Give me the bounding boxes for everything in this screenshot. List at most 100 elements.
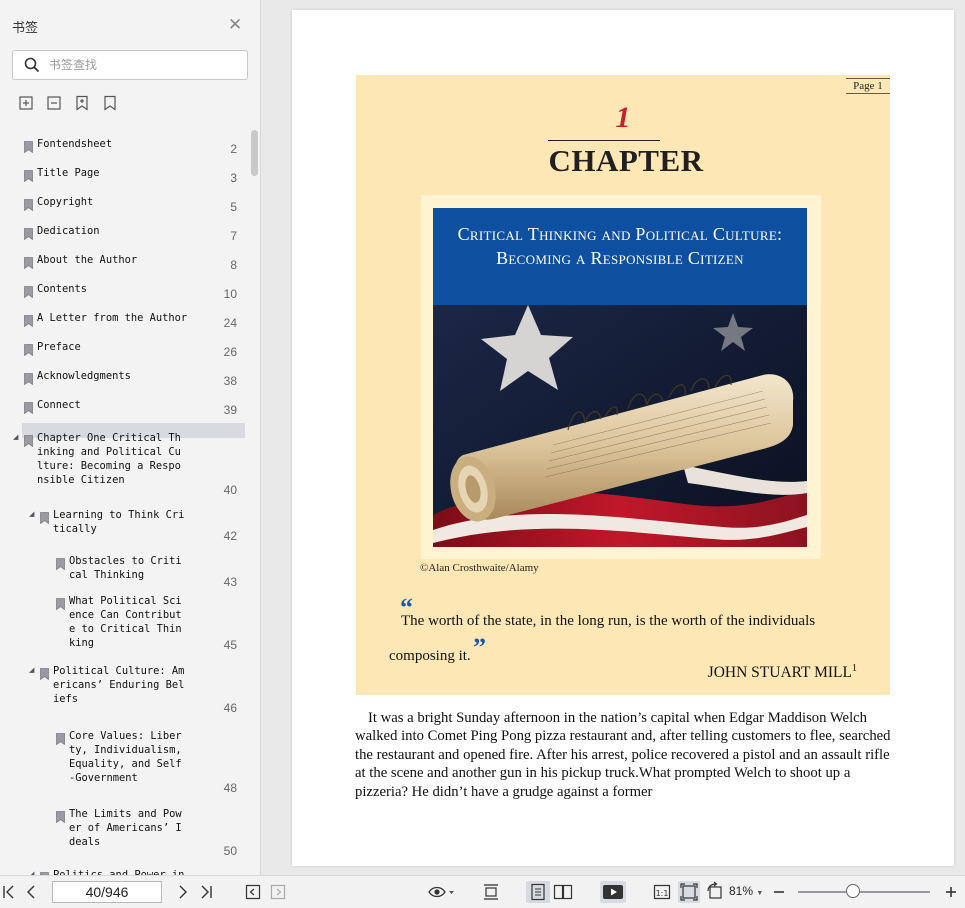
rotate-page-button[interactable] — [706, 881, 724, 903]
bookmark-page-number: 5 — [230, 200, 237, 214]
bookmark-page-number: 2 — [230, 142, 237, 156]
bookmark-page-number: 7 — [230, 229, 237, 243]
bookmark-page-number: 26 — [223, 345, 237, 359]
fit-width-button[interactable] — [482, 881, 500, 903]
slideshow-button[interactable] — [600, 881, 626, 903]
bookmark-label: The Limits and Power of Americans’ Ideal… — [69, 808, 182, 848]
chapter-number: 1 — [615, 101, 631, 134]
bookmark-icon — [40, 665, 49, 681]
zoom-in-button[interactable] — [944, 881, 958, 903]
bookmark-page-number: 50 — [223, 844, 237, 858]
next-page-button[interactable] — [176, 881, 190, 903]
constitution-flag-photo — [433, 305, 807, 547]
bookmark-page-number: 8 — [230, 258, 237, 272]
bookmark-icon — [40, 509, 49, 525]
previous-page-button[interactable] — [24, 881, 38, 903]
expand-arrow-icon[interactable]: ◢ — [29, 664, 34, 676]
bookmark-label: Fontendsheet — [37, 138, 113, 150]
document-page: Page 1 1 CHAPTER Critical Thinking and P… — [292, 10, 954, 866]
bookmark-label: Copyright — [37, 196, 94, 208]
bookmark-icon — [24, 312, 33, 328]
bookmark-sidebar: 书签 ✕ Fontendsheet2Title Page3Copyright5D… — [0, 0, 261, 875]
bottom-toolbar: 1:1 81% ▼ — [0, 875, 965, 908]
chapter-heading: CHAPTER — [548, 143, 704, 178]
bookmark-page-number: 3 — [230, 171, 237, 185]
bookmark-icon — [56, 595, 65, 611]
chapter-figure: Critical Thinking and Political Culture:… — [421, 195, 821, 559]
bookmark-icon — [24, 138, 33, 154]
bookmark-icon — [56, 730, 65, 746]
first-page-button[interactable] — [2, 881, 16, 903]
bookmark-icon — [24, 432, 33, 448]
expand-arrow-icon[interactable]: ◢ — [13, 431, 18, 443]
bookmark-label: Dedication — [37, 225, 100, 237]
attribution-name: JOHN STUART MILL — [707, 664, 852, 682]
bookmark-page-number: 46 — [223, 701, 237, 715]
expand-arrow-icon[interactable]: ◢ — [29, 508, 34, 520]
actual-size-button[interactable]: 1:1 — [653, 881, 671, 903]
bookmark-label: Contents — [37, 283, 88, 295]
single-page-view-button[interactable] — [526, 881, 550, 903]
page-number-input[interactable] — [52, 881, 162, 903]
body-paragraph: It was a bright Sunday afternoon in the … — [355, 710, 891, 800]
bookmark-icon — [24, 167, 33, 183]
bookmark-icon — [56, 808, 65, 824]
bookmark-page-number: 40 — [223, 483, 237, 497]
bookmark-page-number: 42 — [223, 529, 237, 543]
last-page-button[interactable] — [199, 881, 213, 903]
epigraph-text: The worth of the state, in the long run,… — [389, 613, 816, 664]
forward-view-button[interactable] — [270, 881, 286, 903]
bookmark-page-number: 45 — [223, 638, 237, 652]
bookmark-label: Learning to Think Critically — [53, 509, 185, 535]
two-page-view-button[interactable] — [553, 881, 573, 903]
photo-credit: ©Alan Crosthwaite/Alamy — [420, 562, 539, 574]
attribution-footnote: 1 — [852, 663, 857, 674]
bookmark-label: Title Page — [37, 167, 100, 179]
bookmark-icon — [24, 341, 33, 357]
figure-title: Critical Thinking and Political Culture:… — [457, 224, 783, 268]
bookmark-page-number: 43 — [223, 575, 237, 589]
expand-arrow-icon[interactable]: ◢ — [29, 868, 34, 875]
bookmark-page-number: 24 — [223, 316, 237, 330]
epigraph-attribution: JOHN STUART MILL1 — [708, 663, 857, 682]
fit-page-button[interactable] — [678, 881, 700, 903]
figure-title-banner: Critical Thinking and Political Culture:… — [433, 208, 807, 305]
bookmark-label: Obstacles to Critical Thinking — [69, 555, 182, 581]
bookmark-label: Connect — [37, 399, 81, 411]
zoom-level[interactable]: 81% ▼ — [729, 884, 763, 898]
bookmark-label: About the Author — [37, 254, 138, 266]
bookmark-label: What Political Science Can Contribute to… — [69, 595, 182, 649]
bookmark-page-number: 38 — [223, 374, 237, 388]
bookmark-icon — [24, 283, 33, 299]
zoom-slider-track[interactable] — [798, 891, 930, 893]
bookmark-label: Chapter One Critical Thinking and Politi… — [37, 432, 181, 486]
bookmark-page-number: 10 — [223, 287, 237, 301]
zoom-dropdown-icon: ▼ — [756, 890, 764, 897]
chapter-opener-panel: Page 1 1 CHAPTER Critical Thinking and P… — [356, 75, 890, 695]
bookmark-page-number: 48 — [223, 781, 237, 795]
chapter-rule — [548, 140, 660, 141]
bookmark-label: Preface — [37, 341, 81, 353]
bookmark-icon — [24, 399, 33, 415]
svg-text:1:1: 1:1 — [656, 889, 669, 898]
sidebar-scrollbar[interactable] — [251, 130, 258, 176]
bookmark-label: Core Values: Liberty, Individualism, Equ… — [69, 730, 182, 784]
bookmark-label: Politics and Power in America — [53, 869, 185, 875]
bookmark-page-number: 39 — [223, 403, 237, 417]
close-quote-mark: ” — [473, 633, 486, 662]
bookmark-icon — [24, 370, 33, 386]
bookmark-tree: Fontendsheet 2 Title Page 3 Copyright 5 Dedica… — [0, 0, 250, 875]
bookmark-label: Political Culture: Americans’ Enduring B… — [53, 665, 185, 705]
bookmark-icon — [24, 196, 33, 212]
bookmark-label: Acknowledgments — [37, 370, 131, 382]
zoom-slider-thumb[interactable] — [846, 884, 861, 898]
bookmark-icon — [24, 225, 33, 241]
bookmark-icon — [24, 254, 33, 270]
bookmark-label: A Letter from the Author — [37, 312, 188, 324]
zoom-out-button[interactable] — [772, 881, 786, 903]
page-label: Page 1 — [846, 78, 890, 94]
back-view-button[interactable] — [245, 881, 261, 903]
eye-view-button[interactable] — [427, 881, 457, 903]
zoom-value: 81% — [729, 884, 754, 898]
bookmark-icon — [56, 555, 65, 571]
